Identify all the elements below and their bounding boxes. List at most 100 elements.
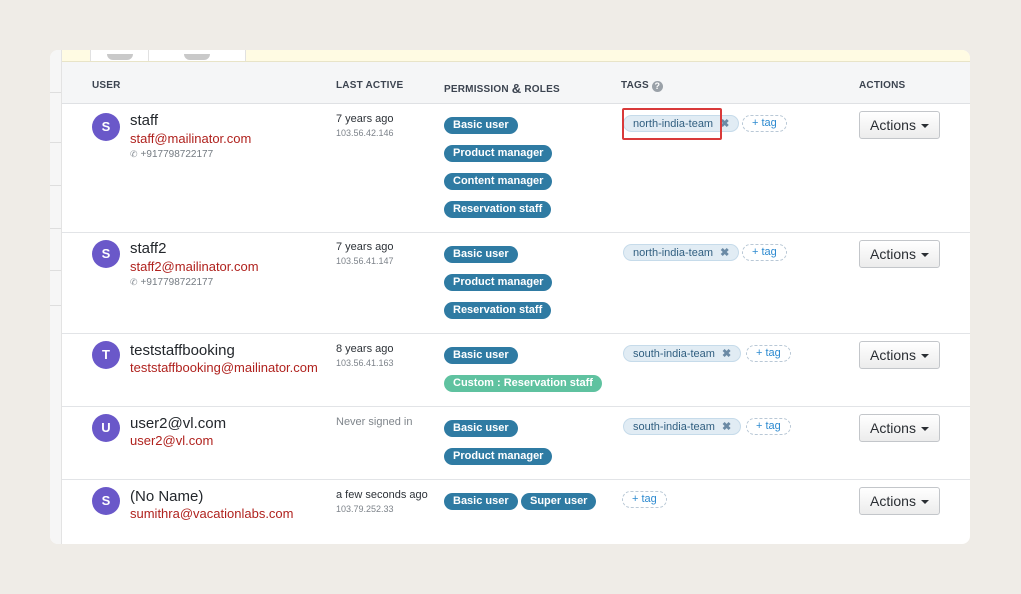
user-phone: ✆ +917798722177 — [130, 149, 213, 160]
header-last-active: LAST ACTIVE — [336, 80, 404, 91]
tag-label: south-india-team — [633, 348, 715, 360]
role-badge: Super user — [521, 493, 597, 510]
role-badge: Reservation staff — [444, 201, 552, 218]
tab-second[interactable] — [148, 50, 246, 61]
table-row: U user2@vl.com user2@vl.com Never signed… — [62, 407, 970, 480]
user-phone: ✆ +917798722177 — [130, 277, 213, 288]
tag-chip: north-india-team ✖ — [623, 244, 740, 261]
actions-dropdown-button[interactable]: Actions — [859, 240, 940, 268]
user-name: (No Name) — [130, 488, 204, 505]
tag-remove-icon[interactable]: ✖ — [722, 421, 731, 433]
role-badge: Product manager — [444, 448, 553, 465]
role-badge: Content manager — [444, 173, 553, 190]
actions-label: Actions — [870, 246, 916, 262]
user-phone-number: +917798722177 — [140, 149, 214, 160]
header-user: USER — [92, 80, 121, 91]
caret-down-icon — [920, 427, 929, 431]
role-badge: Product manager — [444, 274, 553, 291]
last-active: 8 years ago — [336, 343, 394, 355]
header-tags: TAGS? — [621, 80, 663, 92]
role-badge: Basic user — [444, 117, 518, 134]
phone-icon: ✆ — [130, 277, 138, 287]
avatar: U — [92, 414, 120, 442]
user-email[interactable]: teststaffbooking@mailinator.com — [130, 360, 318, 375]
role-badge: Basic user — [444, 493, 518, 510]
role-badge: Product manager — [444, 145, 553, 162]
add-tag-button[interactable]: + tag — [622, 491, 667, 508]
header-roles-text: ROLES — [524, 84, 560, 95]
caret-down-icon — [920, 500, 929, 504]
table-row: T teststaffbooking teststaffbooking@mail… — [62, 334, 970, 407]
actions-dropdown-button[interactable]: Actions — [859, 111, 940, 139]
actions-label: Actions — [870, 493, 916, 509]
table-header: USER LAST ACTIVE PERMISSION & ROLES TAGS… — [62, 62, 970, 104]
user-email[interactable]: staff@mailinator.com — [130, 131, 251, 146]
phone-icon: ✆ — [130, 149, 138, 159]
actions-label: Actions — [870, 347, 916, 363]
add-tag-button[interactable]: + tag — [742, 115, 787, 132]
last-active: 7 years ago — [336, 113, 394, 125]
tag-chip: south-india-team ✖ — [623, 345, 742, 362]
actions-dropdown-button[interactable]: Actions — [859, 341, 940, 369]
actions-dropdown-button[interactable]: Actions — [859, 414, 940, 442]
table-row: S staff2 staff2@mailinator.com ✆ +9177987… — [62, 233, 970, 334]
caret-down-icon — [920, 124, 929, 128]
user-phone-number: +917798722177 — [140, 277, 214, 288]
help-icon[interactable]: ? — [651, 81, 663, 92]
header-ampersand: & — [511, 81, 522, 96]
last-active: 7 years ago — [336, 241, 394, 253]
table-row: S staff staff@mailinator.com ✆ +917798722… — [62, 104, 970, 233]
rail-divider — [50, 185, 61, 186]
tab-knob — [184, 54, 210, 60]
actions-label: Actions — [870, 420, 916, 436]
custom-role-badge: Custom : Reservation staff — [444, 375, 602, 392]
role-badge: Basic user — [444, 347, 518, 364]
avatar: S — [92, 487, 120, 515]
actions-label: Actions — [870, 117, 916, 133]
add-tag-button[interactable]: + tag — [746, 418, 791, 435]
role-badge: Basic user — [444, 246, 518, 263]
user-email[interactable]: user2@vl.com — [130, 433, 213, 448]
avatar: S — [92, 240, 120, 268]
user-email[interactable]: sumithra@vacationlabs.com — [130, 506, 293, 521]
role-badge: Basic user — [444, 420, 518, 437]
last-active-ip: 103.56.41.163 — [336, 358, 394, 368]
last-active-ip: 103.56.42.146 — [336, 128, 394, 138]
actions-dropdown-button[interactable]: Actions — [859, 487, 940, 515]
tag-label: south-india-team — [633, 421, 715, 433]
caret-down-icon — [920, 253, 929, 257]
last-active-ip: 103.79.252.33 — [336, 504, 394, 514]
left-rail — [50, 50, 62, 544]
user-name: staff — [130, 112, 159, 129]
add-tag-button[interactable]: + tag — [746, 345, 791, 362]
user-name: teststaffbooking — [130, 342, 235, 359]
user-email[interactable]: staff2@mailinator.com — [130, 259, 259, 274]
user-name: staff2 — [130, 240, 167, 257]
header-tags-text: TAGS — [621, 80, 649, 91]
rail-divider — [50, 228, 61, 229]
rail-divider — [50, 92, 61, 93]
last-active: Never signed in — [336, 416, 413, 428]
header-permission-text: PERMISSION — [444, 84, 509, 95]
tab-first[interactable] — [90, 50, 150, 61]
tag-chip: south-india-team ✖ — [623, 418, 742, 435]
header-actions: ACTIONS — [859, 80, 906, 91]
rail-divider — [50, 142, 61, 143]
tag-remove-icon[interactable]: ✖ — [722, 348, 731, 360]
last-active: a few seconds ago — [336, 489, 428, 501]
tag-remove-icon[interactable]: ✖ — [720, 247, 729, 259]
tag-label: north-india-team — [633, 247, 714, 259]
header-permission-roles: PERMISSION & ROLES — [444, 80, 560, 96]
avatar: T — [92, 341, 120, 369]
tab-knob — [107, 54, 133, 60]
last-active-ip: 103.56.41.147 — [336, 256, 394, 266]
add-tag-button[interactable]: + tag — [742, 244, 787, 261]
highlight-box — [622, 108, 722, 140]
user-name: user2@vl.com — [130, 415, 227, 432]
rail-divider — [50, 305, 61, 306]
role-badge: Reservation staff — [444, 302, 552, 319]
caret-down-icon — [920, 354, 929, 358]
rail-divider — [50, 270, 61, 271]
tab-strip — [62, 50, 970, 62]
table-row: S (No Name) sumithra@vacationlabs.com a … — [62, 480, 970, 544]
